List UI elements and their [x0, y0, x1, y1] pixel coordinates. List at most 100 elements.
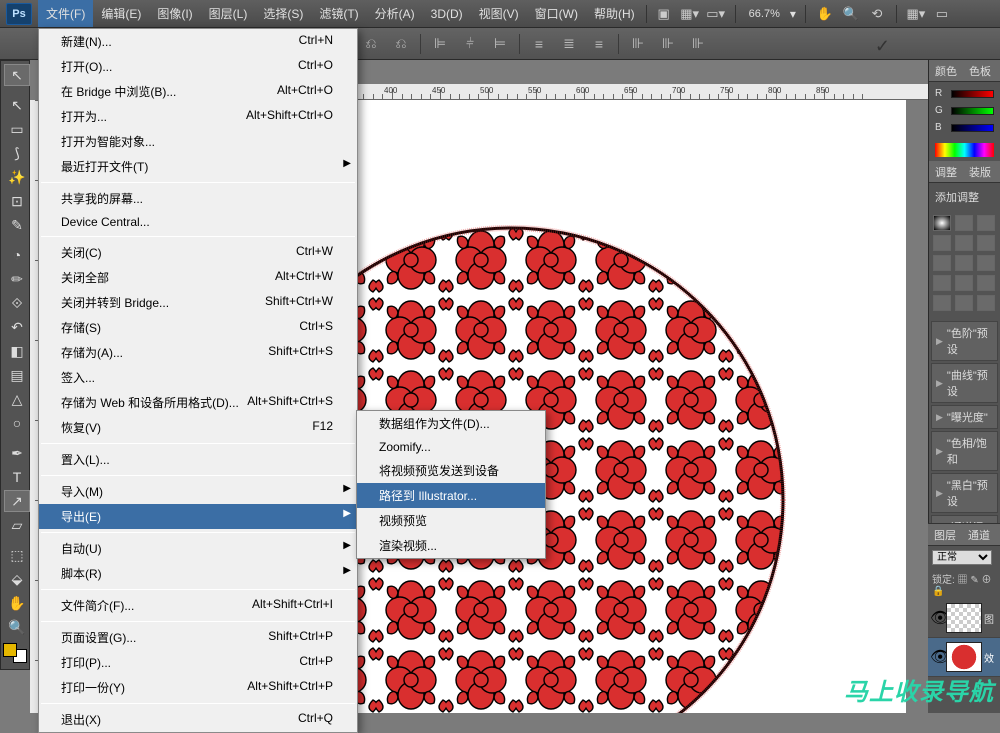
menu-item[interactable]: 在 Bridge 中浏览(B)...Alt+Ctrl+O [39, 79, 357, 104]
blend-mode-select[interactable]: 正常 [932, 550, 992, 565]
zoom-tool[interactable]: 🔍 [4, 616, 30, 638]
menu-item[interactable]: 导出(E)▶ [39, 504, 357, 529]
submenu-item[interactable]: 将视频预览发送到设备 [357, 458, 545, 483]
tab-adjustments[interactable]: 调整 [929, 161, 963, 182]
submenu-item[interactable]: Zoomify... [357, 436, 545, 458]
hand-icon[interactable]: ✋ [815, 4, 835, 24]
slider-g[interactable] [951, 107, 994, 115]
blur-tool[interactable]: △ [4, 388, 30, 410]
adj-icon[interactable] [977, 295, 995, 311]
tab-styles[interactable]: 装版 [963, 161, 997, 182]
distribute-icon[interactable]: ⊪ [657, 34, 679, 54]
gradient-tool[interactable]: ▤ [4, 364, 30, 386]
distribute-icon[interactable]: ≡ [528, 34, 550, 54]
menu-item[interactable]: 签入... [39, 365, 357, 390]
type-tool[interactable]: T [4, 466, 30, 488]
stamp-tool[interactable]: ⟐ [4, 292, 30, 314]
history-brush-tool[interactable]: ↶ [4, 316, 30, 338]
slider-r[interactable] [951, 90, 994, 98]
bridge-icon[interactable]: ▣ [654, 4, 674, 24]
screen-mode-icon[interactable]: ▭▾ [706, 4, 726, 24]
align-icon[interactable]: ⫩ [459, 34, 481, 54]
adj-icon[interactable] [977, 235, 995, 251]
distribute-icon[interactable]: ≡ [588, 34, 610, 54]
menu-layer[interactable]: 图层(L) [201, 0, 256, 27]
adj-icon[interactable] [977, 215, 995, 231]
menu-item[interactable]: 共享我的屏幕... [39, 186, 357, 211]
crop-tool[interactable]: ⊡ [4, 190, 30, 212]
doc-icon[interactable]: ▭ [932, 4, 952, 24]
menu-item[interactable]: 存储(S)Ctrl+S [39, 315, 357, 340]
menu-help[interactable]: 帮助(H) [586, 0, 643, 27]
direct-select-tool[interactable]: ↗ [4, 490, 30, 512]
arrange-icon[interactable]: ▦▾ [680, 4, 700, 24]
heal-tool[interactable]: ◔ [4, 244, 30, 266]
menu-item[interactable]: 自动(U)▶ [39, 536, 357, 561]
menu-item[interactable]: 关闭并转到 Bridge...Shift+Ctrl+W [39, 290, 357, 315]
menu-item[interactable]: 打开为智能对象... [39, 129, 357, 154]
menu-item[interactable]: 打开为...Alt+Shift+Ctrl+O [39, 104, 357, 129]
menu-item[interactable]: 导入(M)▶ [39, 479, 357, 504]
menu-item[interactable]: 关闭全部Alt+Ctrl+W [39, 265, 357, 290]
extras-icon[interactable]: ▦▾ [906, 4, 926, 24]
tab-layers[interactable]: 图层 [928, 524, 962, 545]
distribute-icon[interactable]: ⊪ [627, 34, 649, 54]
menu-analysis[interactable]: 分析(A) [367, 0, 423, 27]
menu-item[interactable]: 打印(P)...Ctrl+P [39, 650, 357, 675]
move-tool[interactable]: ↖ [4, 64, 30, 86]
distribute-icon[interactable]: ⊪ [687, 34, 709, 54]
submenu-item[interactable]: 路径到 Illustrator... [357, 483, 545, 508]
preset-item[interactable]: ▶"曝光度" [931, 405, 998, 429]
menu-item[interactable]: 关闭(C)Ctrl+W [39, 240, 357, 265]
slider-b[interactable] [951, 124, 994, 132]
menu-3d[interactable]: 3D(D) [423, 0, 471, 27]
tab-channels[interactable]: 通道 [962, 524, 996, 545]
menu-item[interactable]: 脚本(R)▶ [39, 561, 357, 586]
menu-item[interactable]: 恢复(V)F12 [39, 415, 357, 440]
adj-icon[interactable] [933, 295, 951, 311]
opt-icon[interactable]: ⎌ [360, 34, 382, 54]
menu-item[interactable]: 存储为 Web 和设备所用格式(D)...Alt+Shift+Ctrl+S [39, 390, 357, 415]
adj-icon[interactable] [977, 255, 995, 271]
zoom-icon[interactable]: 🔍 [841, 4, 861, 24]
path-select-tool[interactable]: ↖ [4, 94, 30, 116]
align-icon[interactable]: ⊨ [489, 34, 511, 54]
menu-window[interactable]: 窗口(W) [527, 0, 586, 27]
adj-icon[interactable] [955, 215, 973, 231]
adj-icon[interactable] [955, 295, 973, 311]
tab-swatches[interactable]: 色板 [963, 60, 997, 81]
align-icon[interactable]: ⊫ [429, 34, 451, 54]
menu-item[interactable]: Device Central... [39, 211, 357, 233]
eyedropper-tool[interactable]: ✎ [4, 214, 30, 236]
distribute-icon[interactable]: ≣ [558, 34, 580, 54]
marquee-tool[interactable]: ▭ [4, 118, 30, 140]
zoom-level[interactable]: 66.7% [749, 8, 780, 20]
adj-icon[interactable] [933, 255, 951, 271]
rotate-icon[interactable]: ⟲ [867, 4, 887, 24]
shape-tool[interactable]: ▱ [4, 514, 30, 536]
menu-item[interactable]: 文件简介(F)...Alt+Shift+Ctrl+I [39, 593, 357, 618]
preset-item[interactable]: ▶"色阶"预设 [931, 321, 998, 361]
preset-item[interactable]: ▶"色相/饱和 [931, 431, 998, 471]
menu-select[interactable]: 选择(S) [255, 0, 311, 27]
menu-image[interactable]: 图像(I) [149, 0, 200, 27]
adj-icon[interactable] [955, 275, 973, 291]
menu-item[interactable]: 新建(N)...Ctrl+N [39, 29, 357, 54]
menu-item[interactable]: 页面设置(G)...Shift+Ctrl+P [39, 625, 357, 650]
menu-item[interactable]: 退出(X)Ctrl+Q [39, 707, 357, 732]
menu-item[interactable]: 打开(O)...Ctrl+O [39, 54, 357, 79]
color-swatch[interactable] [3, 643, 27, 663]
lasso-tool[interactable]: ⟆ [4, 142, 30, 164]
submenu-item[interactable]: 视频预览 [357, 508, 545, 533]
preset-item[interactable]: ▶"曲线"预设 [931, 363, 998, 403]
pen-tool[interactable]: ✒ [4, 442, 30, 464]
wand-tool[interactable]: ✨ [4, 166, 30, 188]
brush-tool[interactable]: ✏ [4, 268, 30, 290]
submenu-item[interactable]: 渲染视频... [357, 533, 545, 558]
tab-color[interactable]: 颜色 [929, 60, 963, 81]
menu-item[interactable]: 打印一份(Y)Alt+Shift+Ctrl+P [39, 675, 357, 700]
opt-icon[interactable]: ⎌ [390, 34, 412, 54]
menu-view[interactable]: 视图(V) [471, 0, 527, 27]
3d-camera-tool[interactable]: ⬙ [4, 568, 30, 590]
hand-tool[interactable]: ✋ [4, 592, 30, 614]
